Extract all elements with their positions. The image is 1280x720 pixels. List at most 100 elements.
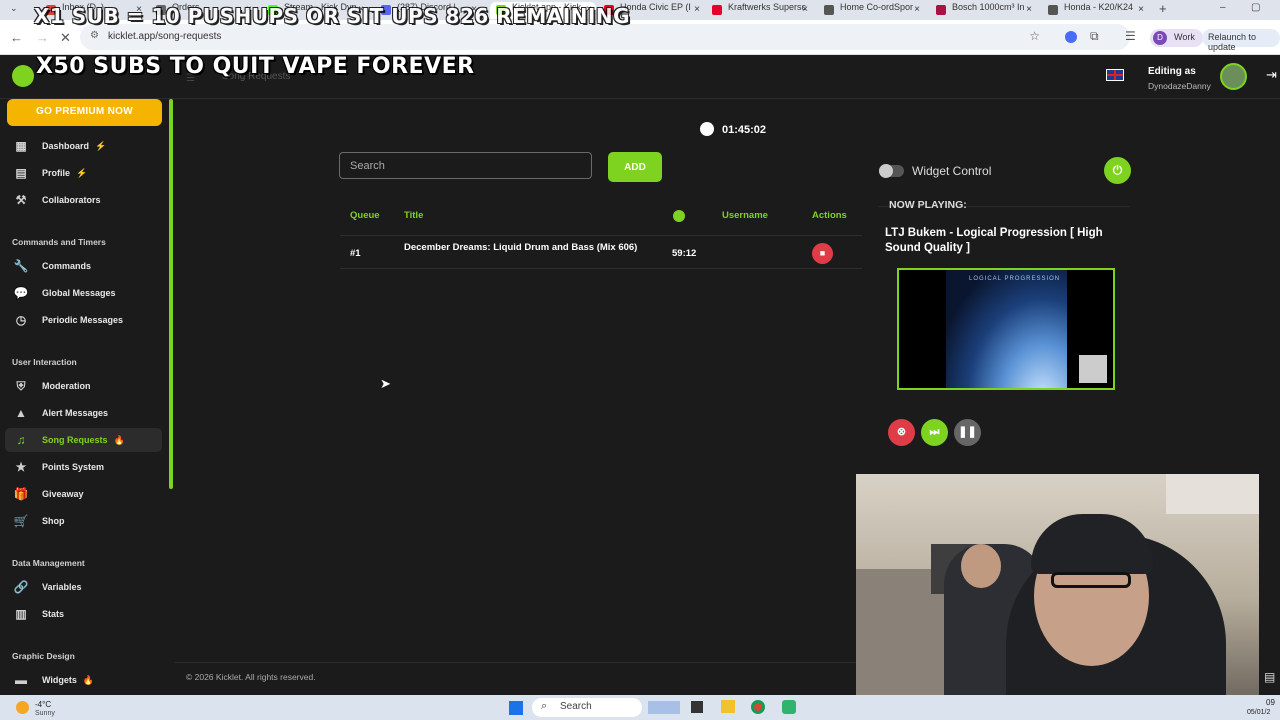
tab-close-icon[interactable]: × (1026, 4, 1032, 15)
shield-icon: ⛨ (16, 379, 26, 393)
search-input[interactable] (339, 152, 592, 179)
sidebar-item-label: Profile (42, 168, 71, 178)
browser-tab[interactable]: Bosch 1000cm³ In × (930, 2, 1036, 19)
new-tab-button[interactable]: + (1159, 1, 1167, 16)
pause-button[interactable]: ❚❚ (954, 419, 981, 446)
document-icon[interactable]: ▤ (1264, 670, 1275, 684)
sidebar-item-variables[interactable]: 🔗 Variables (5, 575, 162, 599)
browser-tab-label: Honda Civic EP (I (620, 2, 691, 12)
sidebar-item-alert-messages[interactable]: ▲ Alert Messages (5, 401, 162, 425)
file-explorer-icon[interactable] (721, 700, 735, 713)
sidebar-item-label: Points System (42, 462, 105, 472)
tab-favicon-icon (824, 5, 834, 15)
bar-chart-icon: ▥ (15, 607, 27, 621)
column-header-title: Title (404, 210, 424, 221)
extension-icon[interactable] (1065, 31, 1077, 43)
sidebar-scrollbar[interactable] (169, 99, 173, 489)
link-icon: 🔗 (13, 580, 29, 594)
user-avatar[interactable] (1220, 63, 1247, 90)
now-playing-track: LTJ Bukem - Logical Progression [ High S… (885, 227, 1103, 254)
delete-song-button[interactable]: ■ (812, 243, 833, 264)
bookmark-star-icon[interactable]: ☆ (1029, 29, 1040, 43)
stream-overlay-goal-2: X50 SUBS TO QUIT VAPE FOREVER (36, 54, 475, 79)
maximize-button[interactable]: ▢ (1251, 2, 1260, 13)
sidebar-item-points-system[interactable]: ★ Points System (5, 455, 162, 479)
sidebar-item-stats[interactable]: ▥ Stats (5, 602, 162, 626)
sidebar-item-collaborators[interactable]: ⚒ Collaborators (5, 188, 162, 212)
sidebar-item-commands[interactable]: 🔧 Commands (5, 254, 162, 278)
queue-position: #1 (350, 248, 361, 259)
sidebar-item-global-messages[interactable]: 💬 Global Messages (5, 281, 162, 305)
sidebar-item-profile[interactable]: ▤ Profile ⚡ (5, 161, 162, 185)
stop-button[interactable]: ⊗ (888, 419, 915, 446)
add-button[interactable]: ADD (608, 152, 662, 182)
clock-date: 05/01/2 (1247, 709, 1271, 716)
weather-sun-icon[interactable] (16, 701, 29, 714)
fire-badge-icon: 🔥 (82, 675, 95, 685)
widgets-icon[interactable] (648, 701, 680, 714)
weather-temp: -4°C (35, 700, 52, 709)
minimize-button[interactable]: – (1220, 2, 1226, 13)
clock-icon (700, 122, 714, 136)
sidebar-item-label: Collaborators (42, 195, 101, 205)
column-header-duration-clock-icon (673, 210, 685, 222)
sidebar-item-shop[interactable]: 🛒 Shop (5, 509, 162, 533)
music-note-icon: ♫ (16, 433, 26, 447)
windows-start-icon[interactable] (509, 701, 523, 715)
sidebar-item-label: Shop (42, 516, 65, 526)
pause-icon: ❚❚ (958, 426, 977, 438)
handshake-icon: ⚒ (15, 193, 27, 207)
extensions-puzzle-icon[interactable]: ⧉ (1090, 29, 1099, 44)
sidebar-item-label: Periodic Messages (42, 315, 124, 325)
forward-icon[interactable]: → (36, 30, 49, 45)
sidebar-item-label: Dashboard (42, 141, 90, 151)
tab-list-chevron-icon[interactable]: ⌄ (10, 3, 18, 14)
browser-tab[interactable]: Kraftwerks Supersc × (706, 2, 812, 19)
record-label-logo-icon (1079, 355, 1107, 383)
site-info-icon[interactable]: ⚙ (90, 30, 99, 41)
tab-close-icon[interactable]: × (1138, 4, 1144, 15)
browser-tab-label: Kraftwerks Supersc (728, 2, 807, 12)
widget-control-toggle[interactable] (879, 164, 904, 178)
sidebar-item-periodic-messages[interactable]: ◷ Periodic Messages (5, 308, 162, 332)
gift-icon: 🎁 (13, 487, 29, 501)
skip-button[interactable]: ⏭ (921, 419, 948, 446)
sidebar-item-widgets[interactable]: ▬ Widgets 🔥 (5, 668, 162, 692)
profile-chip[interactable]: D Work (1150, 29, 1203, 47)
reading-list-icon[interactable]: ☰ (1125, 29, 1136, 43)
premium-badge-icon: ⚡ (95, 141, 107, 151)
back-icon[interactable]: ← (10, 30, 23, 45)
sidebar-item-song-requests[interactable]: ♫ Song Requests 🔥 (5, 428, 162, 452)
sidebar-item-dashboard[interactable]: ▦ Dashboard ⚡ (5, 134, 162, 158)
logout-icon[interactable]: ⇥ (1266, 67, 1277, 83)
editing-as-label: Editing as (1148, 66, 1196, 77)
power-button[interactable]: ⏻ (1104, 157, 1131, 184)
section-commands: Commands and Timers (12, 237, 106, 247)
tab-close-icon[interactable]: × (694, 4, 700, 15)
browser-tab[interactable]: Honda - K20/K24 × (1042, 2, 1148, 19)
footer-divider (175, 662, 880, 663)
tab-close-icon[interactable]: × (802, 4, 808, 15)
taskbar-search[interactable]: ⌕ Search (532, 698, 642, 717)
relaunch-button[interactable]: Relaunch to update (1202, 29, 1280, 52)
star-icon: ★ (15, 460, 27, 474)
sidebar: GO PREMIUM NOW ▦ Dashboard ⚡ ▤ Profile ⚡ ⚒… (0, 99, 175, 695)
cart-icon: 🛒 (13, 514, 29, 528)
footer-copyright: © 2026 Kicklet. All rights reserved. (186, 672, 316, 682)
go-premium-button[interactable]: GO PREMIUM NOW (7, 99, 162, 126)
tab-close-icon[interactable]: × (914, 4, 920, 15)
widget-control-label: Widget Control (912, 164, 992, 178)
sidebar-item-label: Commands (42, 261, 92, 271)
reload-icon[interactable]: ✕ (60, 30, 71, 46)
sidebar-item-moderation[interactable]: ⛨ Moderation (5, 374, 162, 398)
sidebar-item-giveaway[interactable]: 🎁 Giveaway (5, 482, 162, 506)
language-flag-icon[interactable] (1106, 69, 1124, 81)
chrome-icon[interactable] (751, 700, 765, 714)
task-view-icon[interactable] (691, 701, 703, 713)
browser-tab[interactable]: Home Co-ordSpor × (818, 2, 924, 19)
sidebar-item-label: Song Requests (42, 435, 108, 445)
sidebar-item-label: Giveaway (42, 489, 84, 499)
taskbar-search-label: Search (560, 701, 592, 712)
section-graphic-design: Graphic Design (12, 651, 75, 661)
app-icon[interactable] (782, 700, 796, 714)
